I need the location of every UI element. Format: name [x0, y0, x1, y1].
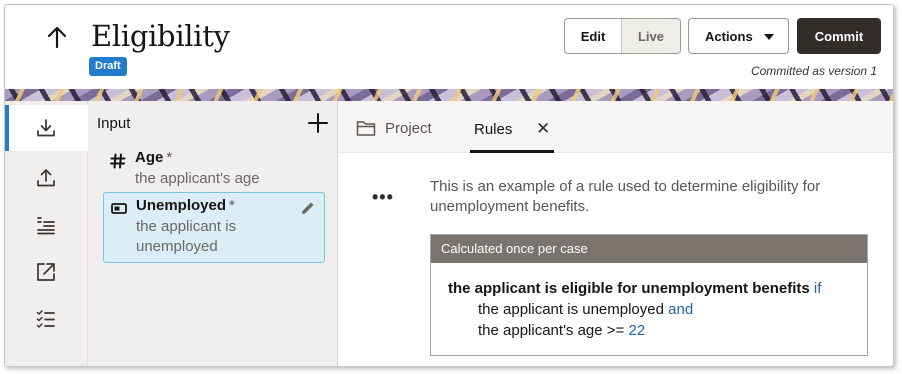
rail-item-list[interactable] — [5, 202, 88, 248]
edit-button[interactable]: Edit — [565, 19, 622, 53]
rail-item-output[interactable] — [5, 155, 88, 201]
status-badge: Draft — [89, 57, 127, 76]
page-title: Eligibility — [91, 19, 230, 53]
toggle-icon — [111, 203, 127, 214]
input-panel: Input Age * the applicant's age Unemploye… — [88, 101, 338, 366]
attribute-description: the applicant is unemployed — [136, 218, 237, 255]
list-icon — [37, 217, 55, 235]
condition-value: 22 — [628, 322, 646, 339]
rule-conclusion: the applicant is eligible for unemployme… — [448, 280, 822, 297]
caret-down-icon — [764, 34, 774, 40]
back-arrow-icon[interactable] — [43, 23, 71, 51]
actions-label: Actions — [705, 28, 753, 44]
rule-condition-2: the applicant's age >= 22 — [478, 322, 646, 339]
hash-icon — [110, 153, 126, 169]
attribute-description: the applicant's age — [135, 170, 260, 187]
rail-item-input[interactable] — [5, 105, 88, 151]
rule-box[interactable]: Calculated once per case the applicant i… — [430, 234, 868, 356]
rule-condition-1: the applicant is unemployed and — [478, 301, 694, 318]
tab-rules-label: Rules — [474, 121, 513, 138]
decorative-banner — [5, 89, 893, 101]
mode-toggle: Edit Live — [564, 18, 681, 54]
and-keyword: and — [668, 301, 694, 318]
if-keyword: if — [813, 280, 822, 297]
live-button[interactable]: Live — [622, 19, 680, 53]
tab-bar: Project Rules ✕ — [338, 101, 893, 153]
more-options-icon[interactable]: ••• — [372, 187, 394, 208]
app-window: Eligibility Draft Edit Live Actions Comm… — [4, 4, 894, 367]
tab-project[interactable]: Project — [356, 115, 432, 141]
attribute-item-age[interactable]: Age * the applicant's age — [103, 149, 325, 193]
external-link-icon — [37, 263, 55, 281]
icon-rail — [5, 101, 88, 366]
rule-box-header: Calculated once per case — [431, 235, 867, 263]
tab-project-label: Project — [385, 119, 432, 137]
folder-icon — [356, 121, 376, 136]
close-icon[interactable]: ✕ — [536, 119, 550, 139]
upload-icon — [37, 169, 55, 187]
attribute-item-unemployed[interactable]: Unemployed * the applicant is unemployed — [103, 192, 325, 263]
add-icon[interactable] — [306, 111, 330, 135]
rail-item-checklist[interactable] — [5, 296, 88, 342]
attribute-name: Unemployed * — [136, 197, 235, 214]
actions-menu-button[interactable]: Actions — [688, 18, 789, 54]
commit-button[interactable]: Commit — [797, 18, 881, 54]
download-icon — [37, 119, 55, 137]
checklist-icon — [36, 310, 55, 328]
attribute-name: Age * — [135, 149, 173, 166]
pencil-icon[interactable] — [300, 200, 316, 216]
panel-heading: Input — [97, 115, 131, 132]
rail-item-external[interactable] — [5, 249, 88, 295]
committed-version-text: Committed as version 1 — [750, 64, 877, 78]
page-header: Eligibility Draft Edit Live Actions Comm… — [5, 5, 893, 89]
main-content: Project Rules ✕ ••• This is an example o… — [338, 101, 893, 366]
rule-description: This is an example of a rule used to det… — [430, 178, 821, 215]
